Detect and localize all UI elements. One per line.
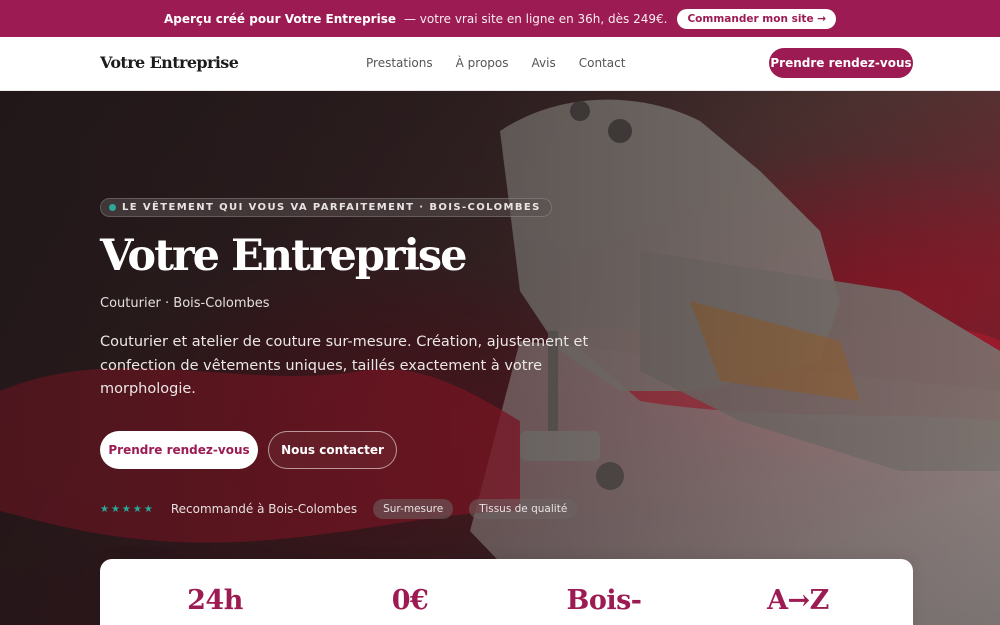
nav-links: Prestations À propos Avis Contact — [366, 56, 625, 70]
star-rating-icon: ★★★★★ — [100, 503, 155, 515]
stat-a-to-z: A→Z — [767, 585, 829, 616]
proof-text: Recommandé à Bois-Colombes — [170, 502, 358, 516]
hero-title: Votre Entreprise — [100, 231, 467, 281]
promo-highlight: Aperçu créé pour Votre Entreprise — [163, 11, 396, 26]
hero-kicker-text: LE VÊTEMENT QUI VOUS VA PARFAITEMENT · B… — [122, 202, 541, 213]
hero-appointment-button[interactable]: Prendre rendez-vous — [100, 431, 258, 469]
hero-description: Couturier et atelier de couture sur-mesu… — [100, 334, 589, 397]
hero-kicker: LE VÊTEMENT QUI VOUS VA PARFAITEMENT · B… — [100, 198, 552, 217]
hero-section: LE VÊTEMENT QUI VOUS VA PARFAITEMENT · B… — [0, 91, 1000, 625]
stat-location: Bois- — [566, 585, 643, 616]
nav-link-contact[interactable]: Contact — [579, 56, 626, 70]
brand-logo[interactable]: Votre Entreprise — [100, 53, 239, 72]
stats-card: 24h 0€ Bois- A→Z — [100, 559, 913, 625]
promo-text: — votre vrai site en ligne en 36h, dès 2… — [403, 11, 668, 26]
promo-banner: Aperçu créé pour Votre Entreprise — votr… — [0, 0, 1000, 37]
order-site-button[interactable]: Commander mon site → — [677, 8, 837, 29]
hero-contact-button[interactable]: Nous contacter — [268, 431, 397, 469]
social-proof: ★★★★★ Recommandé à Bois-Colombes Sur-mes… — [100, 499, 578, 519]
nav-link-avis[interactable]: Avis — [532, 56, 556, 70]
stat-24h: 24h — [187, 585, 243, 616]
nav-link-prestations[interactable]: Prestations — [366, 56, 433, 70]
chip-sur-mesure: Sur-mesure — [373, 499, 454, 519]
nav-link-a-propos[interactable]: À propos — [456, 56, 509, 70]
nav-appointment-button[interactable]: Prendre rendez-vous — [769, 48, 913, 78]
stat-price: 0€ — [391, 585, 429, 616]
status-dot-icon — [109, 204, 116, 211]
chip-tissus: Tissus de qualité — [469, 499, 578, 519]
hero-subtitle: Couturier · Bois-Colombes — [100, 296, 270, 311]
navbar: Votre Entreprise Prestations À propos Av… — [0, 37, 1000, 91]
